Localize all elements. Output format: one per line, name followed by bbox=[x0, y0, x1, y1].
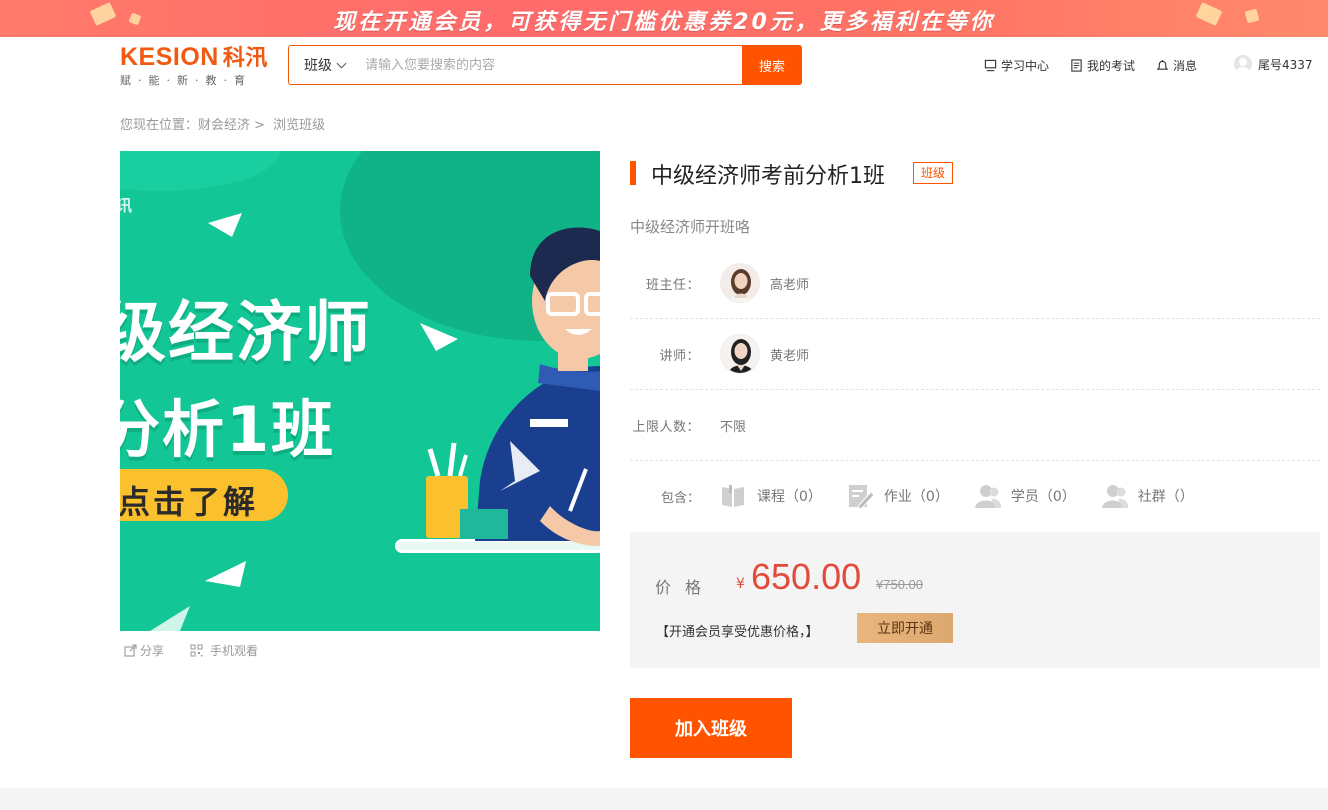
teacher-photo bbox=[721, 264, 759, 302]
original-price: ¥750.00 bbox=[876, 577, 923, 592]
head-teacher-row: 班主任： 高老师 bbox=[630, 248, 1320, 319]
monitor-icon bbox=[984, 59, 997, 72]
include-homework[interactable]: 作业（0） bbox=[847, 483, 949, 509]
book-icon bbox=[722, 485, 744, 507]
teacher-photo bbox=[721, 335, 759, 373]
share-row: 分享 手机观看 bbox=[124, 642, 258, 659]
current-price: 650.00 bbox=[751, 556, 862, 597]
lecturer-row: 讲师： 黄老师 bbox=[630, 319, 1320, 390]
price-label: 价格 bbox=[655, 578, 716, 597]
breadcrumb-prefix: 您现在位置： bbox=[120, 118, 199, 133]
search-bar: 班级 搜索 bbox=[288, 45, 802, 85]
class-subtitle: 中级经济师开班咯 bbox=[630, 218, 751, 236]
include-courses-label: 课程（0） bbox=[757, 489, 822, 505]
lecturer-label: 讲师： bbox=[659, 348, 700, 364]
share-label: 分享 bbox=[140, 644, 165, 658]
chevron-down-icon bbox=[336, 58, 347, 68]
page-title: 中级经济师考前分析1班 bbox=[651, 164, 885, 189]
promo-banner[interactable]: 现在开通会员，可获得无门槛优惠券20元，更多福利在等你 bbox=[0, 0, 1328, 37]
lecturer-name[interactable]: 黄老师 bbox=[770, 345, 809, 364]
include-courses[interactable]: 课程（0） bbox=[720, 483, 822, 509]
join-class-button[interactable]: 加入班级 bbox=[630, 698, 792, 758]
include-students-label: 学员（0） bbox=[1010, 489, 1076, 505]
class-type-badge: 班级 bbox=[913, 162, 954, 184]
open-vip-button[interactable]: 立即开通 bbox=[857, 613, 953, 643]
head-teacher-name[interactable]: 高老师 bbox=[770, 274, 809, 293]
capacity-label: 上限人数： bbox=[632, 419, 700, 435]
search-button[interactable]: 搜索 bbox=[742, 45, 802, 85]
footer-strip bbox=[0, 788, 1328, 810]
svg-text:讯: 讯 bbox=[120, 196, 132, 215]
capacity-row: 上限人数： 不限 bbox=[630, 390, 1320, 461]
promo-text: 现在开通会员，可获得无门槛优惠券20元，更多福利在等你 bbox=[333, 10, 995, 35]
nav-messages[interactable]: 消息 bbox=[1156, 57, 1197, 74]
site-logo[interactable]: KESION 科汛 赋·能·新·教·育 bbox=[120, 44, 268, 88]
capacity-value: 不限 bbox=[720, 419, 747, 435]
includes-row: 包含： 课程（0） 作业（0） 学员（0） 社群（） bbox=[630, 464, 1320, 528]
bell-icon bbox=[1156, 60, 1169, 70]
mobile-watch-button[interactable]: 手机观看 bbox=[190, 642, 258, 659]
qr-code-icon bbox=[190, 644, 203, 657]
vip-note: 【开通会员享受优惠价格，】 bbox=[656, 625, 819, 640]
include-homework-label: 作业（0） bbox=[883, 489, 949, 505]
share-icon bbox=[124, 644, 137, 657]
cover-cta: 点击了解 bbox=[120, 483, 259, 521]
students-icon bbox=[974, 485, 1001, 508]
homework-icon bbox=[848, 485, 875, 509]
exam-paper-icon bbox=[1071, 59, 1082, 72]
community-icon bbox=[1101, 485, 1128, 508]
search-category-select[interactable]: 班级 bbox=[289, 55, 359, 75]
includes-label: 包含： bbox=[660, 490, 700, 506]
cover-line2: 分析1班 bbox=[120, 393, 336, 466]
breadcrumb-separator: > bbox=[254, 118, 265, 133]
include-community-label: 社群（） bbox=[1137, 489, 1194, 505]
logo-brand: KESION 科汛 bbox=[120, 43, 268, 71]
logo-slogan: 赋·能·新·教·育 bbox=[120, 74, 252, 87]
title-accent-bar bbox=[630, 161, 636, 185]
nav-learning-center[interactable]: 学习中心 bbox=[984, 57, 1049, 74]
nav-learning-center-label: 学习中心 bbox=[1001, 59, 1050, 73]
cover-line1: 级经济师 bbox=[120, 294, 372, 371]
head-teacher-label: 班主任： bbox=[645, 277, 700, 293]
price-currency: ¥ bbox=[736, 576, 745, 592]
lecturer-avatar[interactable] bbox=[720, 334, 760, 374]
avatar bbox=[1234, 55, 1252, 73]
nav-messages-label: 消息 bbox=[1173, 59, 1198, 73]
username: 尾号4337 bbox=[1258, 57, 1313, 72]
share-button[interactable]: 分享 bbox=[124, 642, 164, 659]
mobile-watch-label: 手机观看 bbox=[210, 644, 259, 658]
price-box: 价格 ¥ 650.00 ¥750.00 【开通会员享受优惠价格，】 立即开通 bbox=[630, 532, 1320, 668]
include-students[interactable]: 学员（0） bbox=[974, 483, 1076, 509]
search-input[interactable] bbox=[359, 47, 742, 83]
user-menu[interactable]: 尾号4337 bbox=[1234, 55, 1313, 73]
head-teacher-avatar[interactable] bbox=[720, 263, 760, 303]
nav-my-exams-label: 我的考试 bbox=[1087, 59, 1136, 73]
breadcrumb-current: 浏览班级 bbox=[273, 118, 326, 133]
nav-my-exams[interactable]: 我的考试 bbox=[1070, 57, 1135, 74]
breadcrumb: 您现在位置：财会经济 > 浏览班级 bbox=[120, 114, 329, 133]
include-community[interactable]: 社群（） bbox=[1101, 483, 1194, 509]
class-cover-image[interactable]: 讯 级经济师 分析1班 点击了解 bbox=[120, 151, 600, 631]
breadcrumb-link-category[interactable]: 财会经济 bbox=[198, 118, 250, 133]
